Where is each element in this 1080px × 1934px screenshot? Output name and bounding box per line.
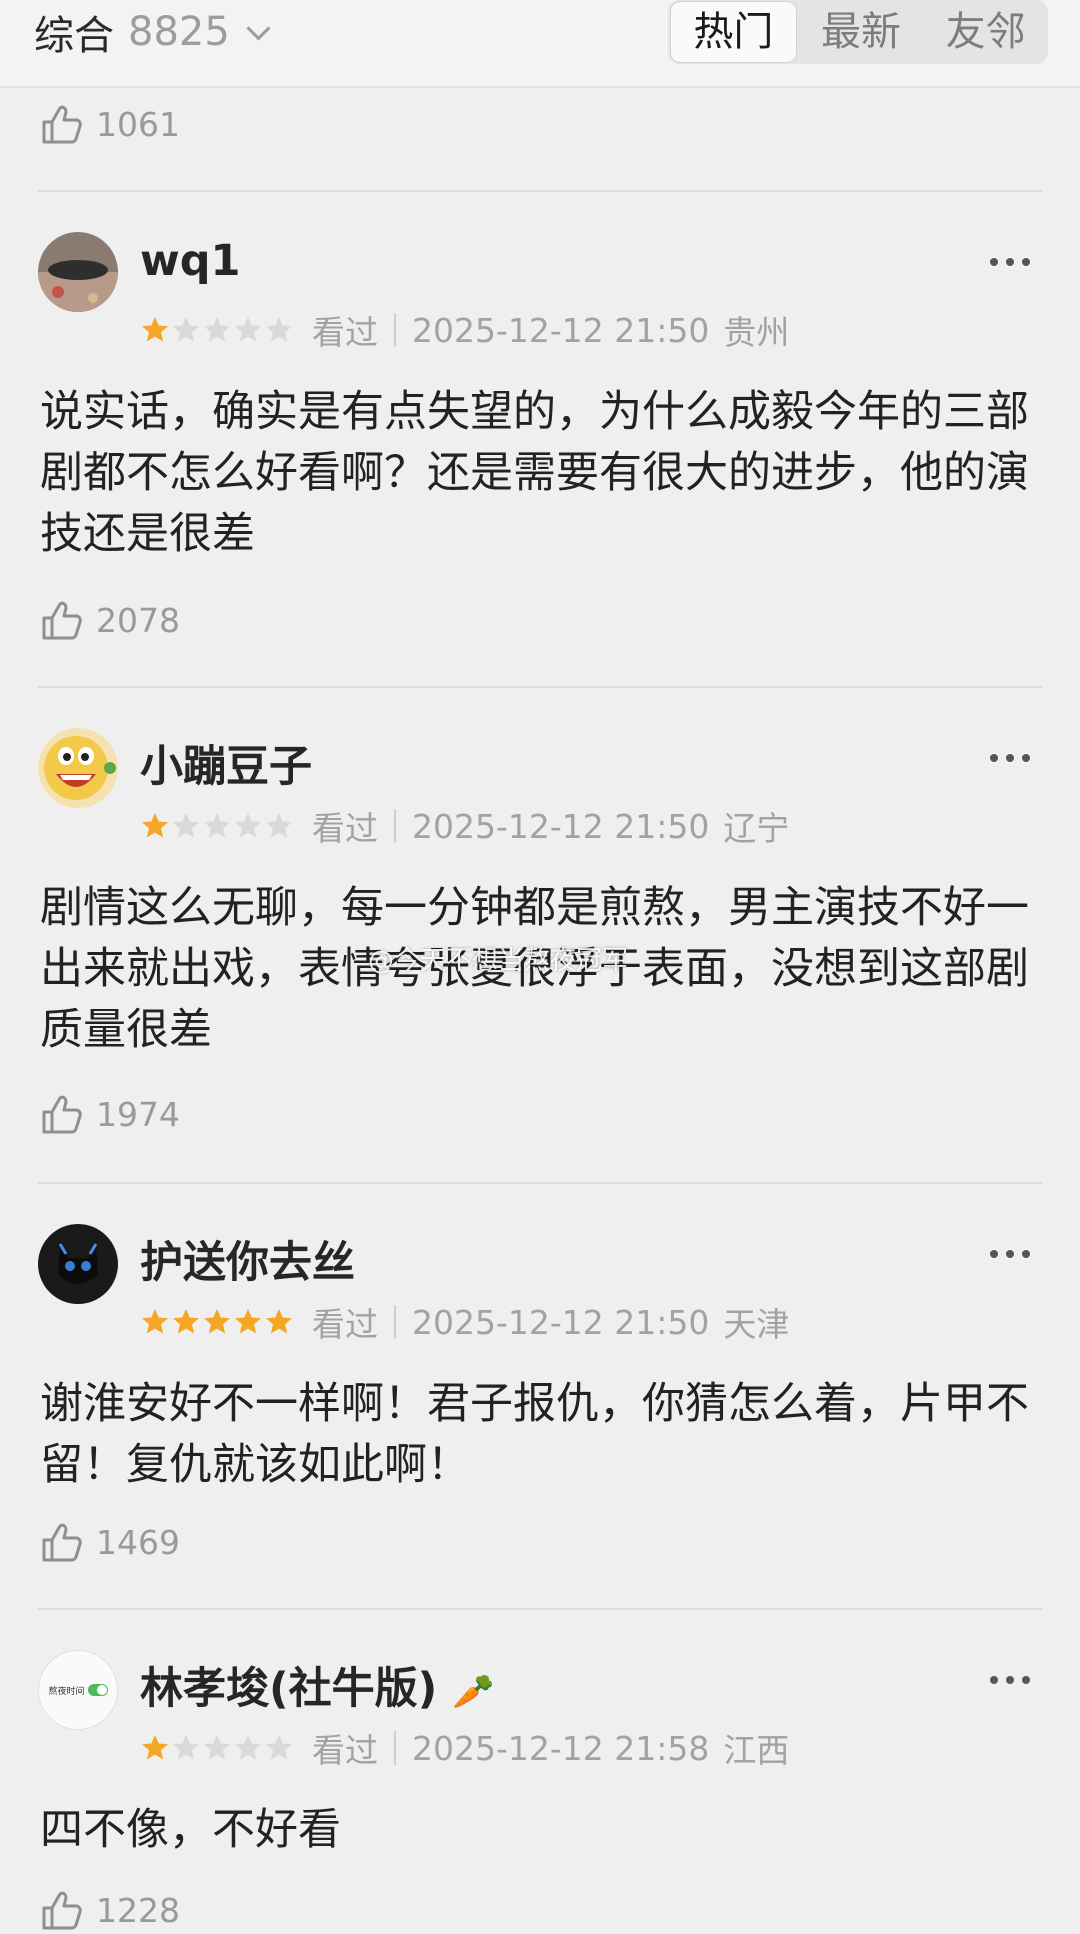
separator — [394, 1731, 396, 1765]
star-filled-icon — [142, 317, 168, 342]
carrot-badge-icon: 🥕 — [452, 1672, 495, 1712]
star-filled-icon — [204, 1309, 230, 1334]
timestamp: 2025-12-12 21:50 — [412, 310, 710, 350]
comment-text: 说实话，确实是有点失望的，为什么成毅今年的三部剧都不怎么好看啊？还是需要有很大的… — [40, 387, 1029, 559]
star-filled-icon — [142, 1309, 168, 1334]
sort-label: 综合 — [34, 13, 114, 59]
divider — [38, 190, 1042, 192]
star-rating — [140, 1733, 294, 1763]
thumbs-up-icon — [42, 105, 82, 144]
star-rating — [140, 315, 294, 345]
location: 辽宁 — [723, 809, 790, 848]
star-empty-icon — [266, 813, 292, 838]
thumbs-up-icon — [42, 1891, 82, 1930]
star-empty-icon — [173, 813, 199, 838]
thumbs-up-icon — [42, 601, 82, 640]
username[interactable]: wq1 — [140, 236, 240, 286]
comment-meta: 看过 2025-12-12 21:50 天津 — [140, 1300, 789, 1344]
toggle-icon — [87, 1684, 108, 1696]
sort-tabs: 热门 最新 友邻 — [668, 0, 1048, 64]
star-empty-icon — [173, 1735, 199, 1760]
star-empty-icon — [266, 317, 292, 342]
more-options-icon[interactable] — [990, 1676, 1030, 1684]
comment-meta: 看过 2025-12-12 21:50 辽宁 — [140, 804, 789, 848]
star-rating — [140, 811, 294, 841]
black-cat-avatar[interactable] — [38, 1224, 118, 1304]
divider — [38, 1182, 1042, 1184]
star-filled-icon — [266, 1309, 292, 1334]
star-empty-icon — [204, 317, 230, 342]
tab-friends[interactable]: 友邻 — [923, 1, 1048, 63]
separator — [394, 313, 396, 347]
tab-latest[interactable]: 最新 — [799, 1, 924, 63]
username[interactable]: 小蹦豆子 — [140, 732, 312, 794]
star-empty-icon — [204, 1735, 230, 1760]
avatar-text: 熬夜时间 — [48, 1686, 85, 1697]
timestamp: 2025-12-12 21:58 — [412, 1728, 710, 1768]
more-options-icon[interactable] — [990, 258, 1030, 266]
star-filled-icon — [235, 1309, 261, 1334]
timestamp: 2025-12-12 21:50 — [412, 1302, 710, 1342]
comment-count: 8825 — [128, 9, 230, 55]
like-count: 1228 — [96, 1890, 180, 1930]
username[interactable]: 护送你去丝 — [140, 1228, 355, 1290]
star-empty-icon — [204, 813, 230, 838]
star-empty-icon — [173, 317, 199, 342]
chevron-down-icon — [246, 15, 271, 41]
like-count: 1469 — [96, 1522, 180, 1562]
star-empty-icon — [235, 1735, 261, 1760]
location: 贵州 — [723, 313, 790, 352]
separator — [394, 809, 396, 843]
tab-hot[interactable]: 热门 — [670, 1, 797, 63]
divider — [38, 686, 1042, 688]
username[interactable]: 林孝埈(社牛版) 🥕 — [140, 1654, 495, 1716]
star-filled-icon — [173, 1309, 199, 1334]
like-count: 2078 — [96, 600, 180, 640]
timestamp: 2025-12-12 21:50 — [412, 806, 710, 846]
comment-meta: 看过 2025-12-12 21:50 贵州 — [140, 308, 789, 352]
location: 天津 — [723, 1305, 790, 1344]
watch-status: 看过 — [312, 313, 378, 352]
watch-status: 看过 — [312, 1731, 378, 1770]
watch-status: 看过 — [312, 1305, 378, 1344]
star-empty-icon — [235, 813, 261, 838]
watch-status: 看过 — [312, 809, 378, 848]
toggle-avatar[interactable]: 熬夜时间 — [38, 1650, 118, 1730]
like-count: 1061 — [96, 104, 180, 144]
watermark: @今天不想当熬夜冠军 — [368, 946, 629, 976]
thumbs-up-icon — [42, 1095, 82, 1134]
like-button[interactable]: 1974 — [38, 1090, 180, 1138]
cartoon-face-avatar[interactable] — [38, 728, 118, 808]
like-button[interactable]: 1228 — [38, 1886, 180, 1934]
star-filled-icon — [142, 1735, 168, 1760]
comment-text: 谢淮安好不一样啊！君子报仇，你猜怎么着，片甲不留！复仇就该如此啊！ — [40, 1379, 1029, 1490]
sort-dropdown[interactable]: 综合 8825 — [34, 6, 271, 59]
star-empty-icon — [266, 1735, 292, 1760]
like-button[interactable]: 2078 — [38, 596, 180, 644]
like-button[interactable]: 1061 — [38, 100, 180, 148]
thumbs-up-icon — [42, 1523, 82, 1562]
location: 江西 — [723, 1731, 790, 1770]
star-filled-icon — [142, 813, 168, 838]
like-count: 1974 — [96, 1094, 180, 1134]
more-options-icon[interactable] — [990, 754, 1030, 762]
divider — [38, 1608, 1042, 1610]
like-button[interactable]: 1469 — [38, 1518, 180, 1566]
separator — [394, 1305, 396, 1339]
photo-avatar[interactable] — [38, 232, 118, 312]
comment-meta: 看过 2025-12-12 21:58 江西 — [140, 1726, 789, 1770]
more-options-icon[interactable] — [990, 1250, 1030, 1258]
username-text: 林孝埈(社牛版) — [140, 1664, 438, 1714]
star-rating — [140, 1307, 294, 1337]
comment-text: 四不像，不好看 — [40, 1805, 341, 1855]
comments-header: 综合 8825 热门 最新 友邻 — [0, 0, 1080, 88]
star-empty-icon — [235, 317, 261, 342]
